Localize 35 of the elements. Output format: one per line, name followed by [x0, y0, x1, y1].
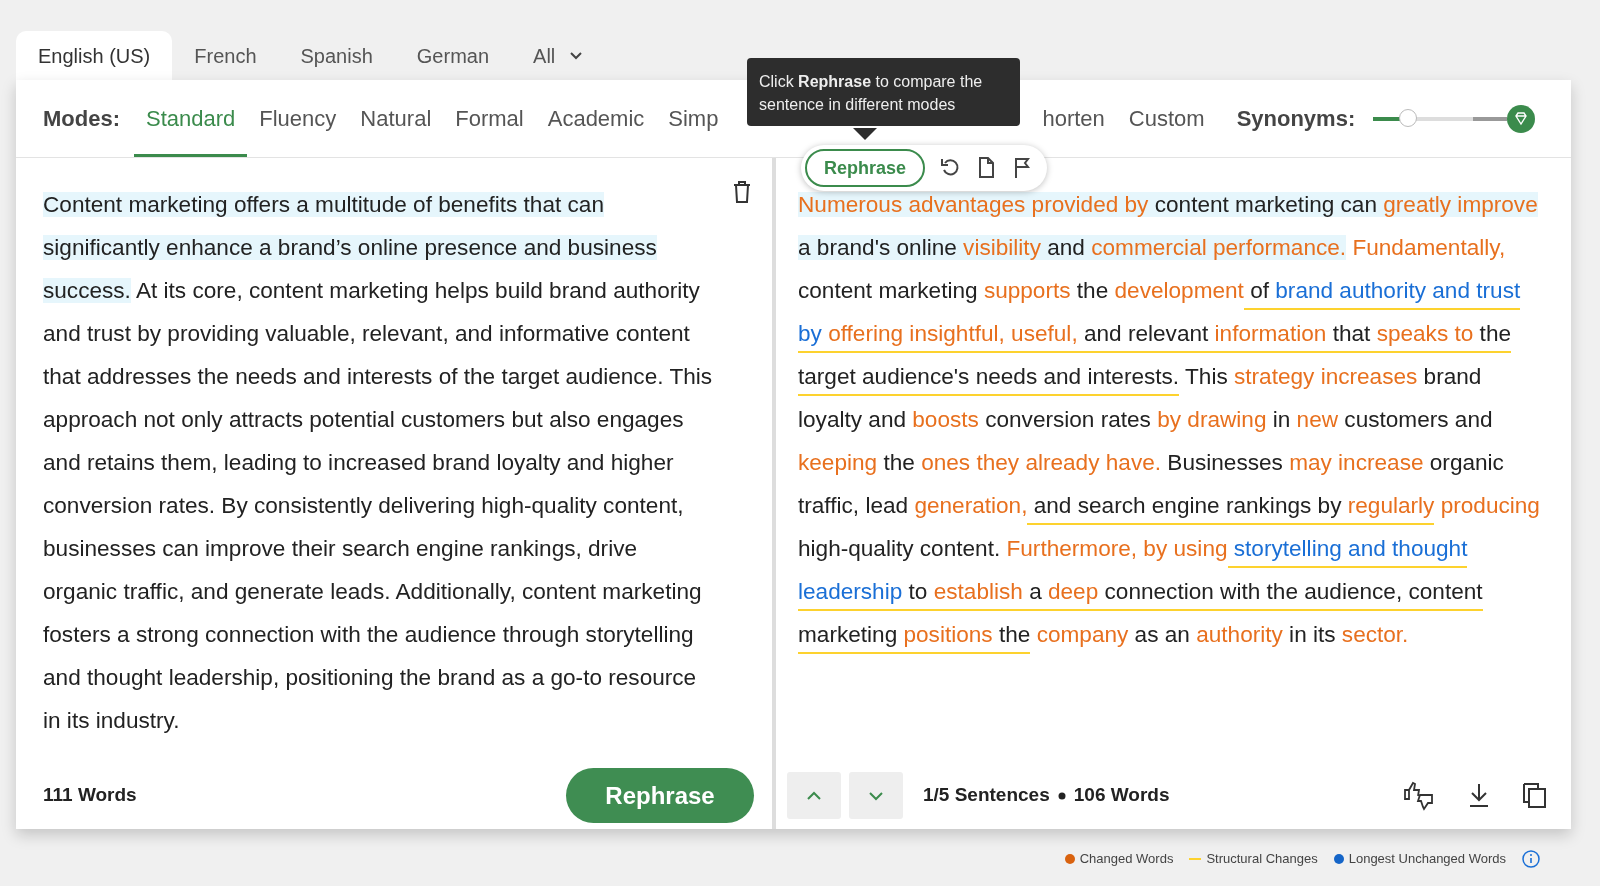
legend-label: Structural Changes — [1206, 850, 1318, 868]
legend-label: Longest Unchanged Words — [1348, 850, 1506, 868]
info-icon[interactable] — [1522, 849, 1540, 868]
chevron-down-icon — [569, 50, 584, 61]
legend-label: Changed Words — [1079, 850, 1174, 868]
mode-tab[interactable]: Custom — [1116, 83, 1217, 157]
synonyms-label: Synonyms: — [1236, 105, 1356, 133]
mode-tab[interactable]: Fluency — [247, 83, 349, 157]
mode-tab[interactable]: horten — [1030, 83, 1117, 157]
tooltip: Click Rephrase to compare the sentence in different modes — [747, 58, 1020, 126]
rephrase-button[interactable]: Rephrase — [566, 768, 754, 823]
mode-tab[interactable]: Simp — [656, 83, 731, 157]
language-tab[interactable]: English (US) — [16, 31, 173, 80]
trash-icon[interactable] — [732, 180, 752, 204]
language-dropdown[interactable]: All — [511, 31, 606, 80]
slider-thumb[interactable] — [1399, 108, 1418, 127]
mode-tab[interactable]: Formal — [443, 83, 536, 157]
rephrase-button[interactable]: Rephrase — [805, 149, 926, 187]
copy-icon[interactable] — [1521, 780, 1549, 811]
chevron-down-icon — [868, 790, 884, 801]
download-icon[interactable] — [1467, 781, 1491, 810]
bullet-icon — [1057, 791, 1066, 800]
sentence-pager: 1/5 Sentences — [923, 783, 1050, 808]
modes-label: Modes: — [43, 105, 120, 133]
word-count: 106 Words — [1073, 783, 1170, 808]
tooltip-arrow — [853, 128, 877, 140]
mode-tab[interactable]: Academic — [535, 83, 657, 157]
mode-tab[interactable]: Standard — [134, 83, 248, 157]
mode-tab[interactable]: Natural — [348, 83, 444, 157]
input-text[interactable]: Content marketing offers a multitude of benefits that can significantly enhance a brand’s online presence and business success. At its core, content marketing helps build brand authority and trust by providing valuable, relevant, and informative content that addresses the needs and interests of the target audience. This approach not only attracts potential customers but also engages and retains them, leading to increased brand loyalty and higher conversion rates. By consistently delivering high-quality content, businesses can improve their search engine rankings, drive organic traffic, and generate leads. Additionally, content marketing fosters a strong connection with the audience through storytelling and thought leadership, positioning the brand as a go-to resource in its industry. — [16, 158, 772, 762]
language-tab[interactable]: Spanish — [278, 31, 395, 80]
language-tab[interactable]: German — [394, 31, 512, 80]
word-count: 111 Words — [43, 783, 137, 808]
language-tab[interactable]: French — [172, 31, 279, 80]
chevron-up-icon — [806, 790, 822, 801]
